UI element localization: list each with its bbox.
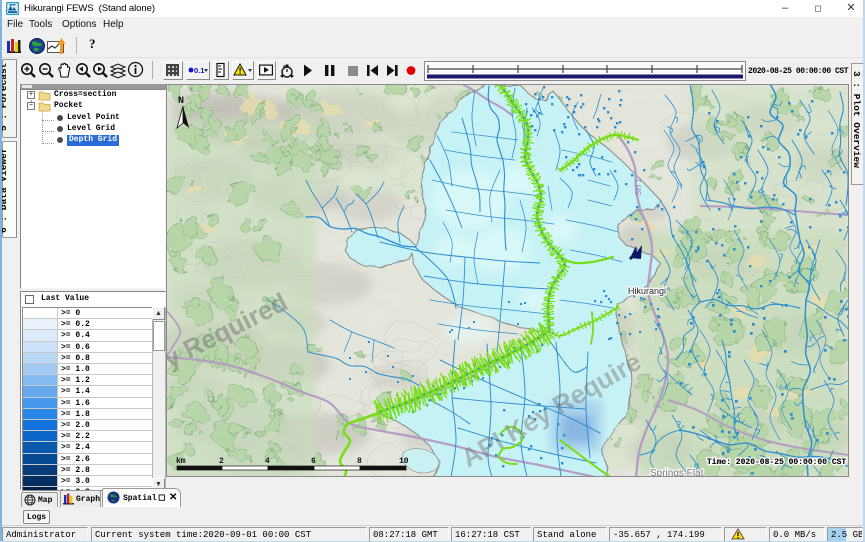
svg-text:2: 2 (219, 457, 224, 466)
svg-text:Time: 2020-08-25 00:00:00 CST: Time: 2020-08-25 00:00:00 CST (707, 458, 846, 467)
svg-text:SH 1: SH 1 (634, 178, 643, 196)
svg-text:Hikurangi: Hikurangi (628, 286, 666, 296)
svg-text:5 : Forecast: 5 : Forecast (2, 63, 9, 131)
svg-text:0.1: 0.1 (194, 66, 204, 75)
svg-text:km: km (176, 457, 186, 466)
svg-text:3 : Plot Overview: 3 : Plot Overview (851, 71, 862, 168)
svg-text:6: 6 (311, 457, 316, 466)
svg-text:N: N (178, 96, 184, 107)
svg-text:8: 8 (357, 457, 362, 466)
svg-text:10: 10 (399, 457, 409, 466)
svg-text:6 : Data Viewer: 6 : Data Viewer (2, 147, 9, 233)
svg-text:Springs Flat: Springs Flat (650, 468, 704, 477)
svg-text:4: 4 (265, 457, 270, 466)
